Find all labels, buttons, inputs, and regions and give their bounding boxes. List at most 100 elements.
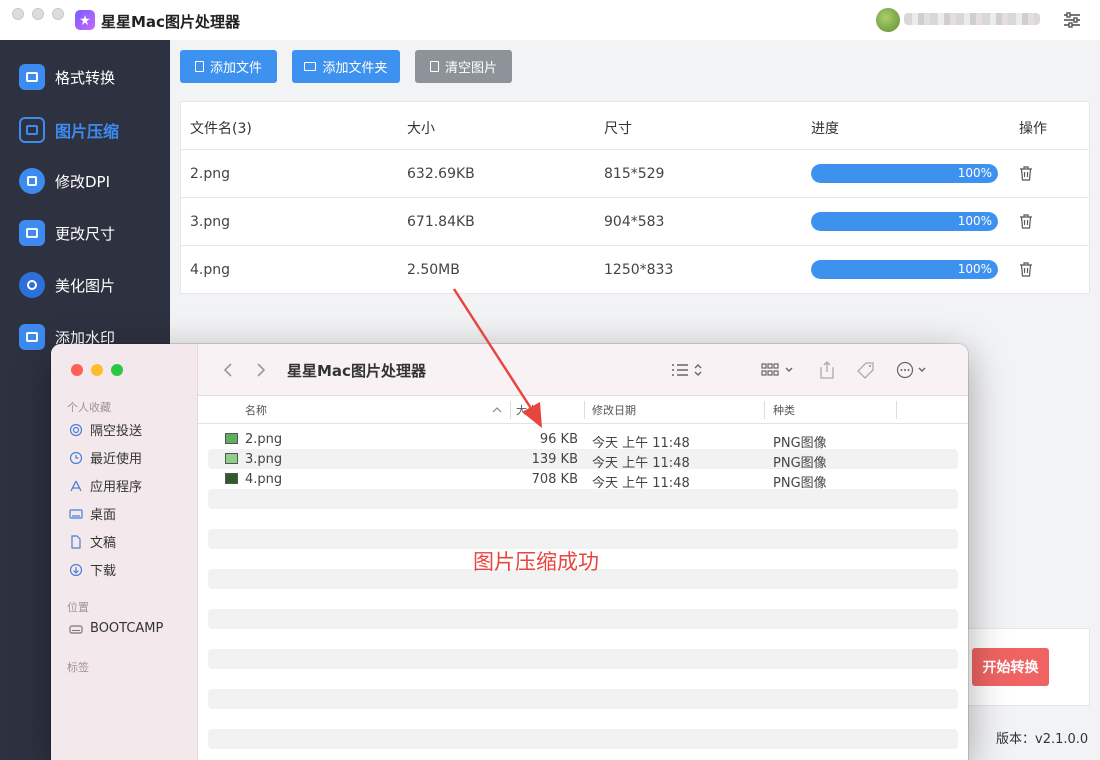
sidebar-item-desktop[interactable]: 桌面 [69, 504, 116, 523]
sidebar-item-applications[interactable]: 应用程序 [69, 476, 142, 495]
empty-row [208, 649, 958, 669]
sidebar-item-dpi[interactable]: 修改DPI [0, 159, 170, 203]
sidebar-item-documents[interactable]: 文稿 [69, 532, 116, 551]
folder-icon [304, 62, 317, 71]
file-size: 671.84KB [407, 214, 475, 230]
file-dimensions: 815*529 [604, 166, 665, 182]
add-folder-button[interactable]: 添加文件夹 [292, 50, 400, 83]
add-file-button[interactable]: 添加文件 [180, 50, 277, 83]
back-chevron-icon[interactable] [216, 358, 240, 382]
progress-text: 100% [957, 214, 992, 228]
sidebar-item-image-compress[interactable]: 图片压缩 [0, 108, 170, 152]
finder-minimize-button[interactable] [91, 364, 103, 376]
tag-icon[interactable] [854, 358, 878, 382]
version-label: 版本：v2.1.0.0 [996, 732, 1089, 747]
column-header-kind[interactable]: 种类 [773, 402, 795, 418]
file-dimensions: 1250*833 [604, 262, 674, 278]
clear-images-button[interactable]: 清空图片 [415, 50, 512, 83]
table-row: 3.png 671.84KB 904*583 100% [181, 198, 1089, 246]
list-item[interactable]: 4.png 708 KB 今天 上午 11:48 PNG图像 [208, 469, 958, 491]
delete-trash-icon[interactable] [1019, 166, 1033, 181]
resize-icon [19, 220, 45, 246]
sort-chevron-up-icon[interactable] [492, 406, 502, 414]
list-item[interactable]: 2.png 96 KB 今天 上午 11:48 PNG图像 [208, 429, 958, 451]
sidebar-item-resize[interactable]: 更改尺寸 [0, 211, 170, 255]
more-actions-icon[interactable] [893, 358, 933, 382]
column-divider[interactable] [896, 401, 897, 419]
airdrop-icon [69, 423, 83, 436]
sidebar-item-airdrop[interactable]: 隔空投送 [69, 420, 142, 439]
app-logo-icon [75, 10, 95, 30]
column-header-dimensions: 尺寸 [604, 121, 632, 137]
progress-bar: 100% [811, 212, 998, 231]
column-divider[interactable] [764, 401, 765, 419]
sidebar-item-beautify[interactable]: 美化图片 [0, 263, 170, 307]
sidebar-item-bootcamp[interactable]: BOOTCAMP [69, 621, 163, 636]
table-row: 2.png 632.69KB 815*529 100% [181, 150, 1089, 198]
sidebar-item-downloads[interactable]: 下载 [69, 560, 116, 579]
applications-icon [70, 480, 82, 491]
sidebar-item-label: 格式转换 [55, 68, 116, 87]
empty-row [208, 689, 958, 709]
share-icon[interactable] [815, 358, 839, 382]
sidebar-item-format-convert[interactable]: 格式转换 [0, 55, 170, 99]
app-title: 星星Mac图片处理器 [101, 13, 240, 31]
file-name: 4.png [190, 262, 231, 278]
file-name: 3.png [190, 214, 231, 230]
column-header-name[interactable]: 名称 [245, 402, 267, 418]
tags-section-label: 标签 [67, 661, 89, 674]
column-header-date[interactable]: 修改日期 [592, 402, 636, 418]
settings-sliders-icon[interactable] [1062, 10, 1082, 30]
start-convert-button[interactable]: 开始转换 [972, 648, 1049, 686]
finder-zoom-button[interactable] [111, 364, 123, 376]
column-header-name: 文件名(3) [190, 121, 252, 137]
grid-view-icon[interactable] [759, 358, 799, 382]
format-convert-icon [19, 64, 45, 90]
title-bar: 星星Mac图片处理器 [0, 0, 1100, 40]
table-row: 4.png 2.50MB 1250*833 100% [181, 246, 1089, 294]
finder-column-headers: 名称 大小 修改日期 种类 [198, 396, 968, 424]
column-header-size: 大小 [407, 121, 435, 137]
delete-trash-icon[interactable] [1019, 214, 1033, 229]
column-header-size[interactable]: 大小 [516, 402, 538, 418]
column-header-action: 操作 [1019, 121, 1047, 137]
file-dimensions: 904*583 [604, 214, 665, 230]
empty-row [208, 729, 958, 749]
sidebar-item-recents[interactable]: 最近使用 [69, 448, 142, 467]
finder-sidebar: 个人收藏 隔空投送 最近使用 应用程序 桌面 文稿 下载 位置 BOOTCAMP… [51, 344, 198, 760]
finder-close-button[interactable] [71, 364, 83, 376]
add-folder-label: 添加文件夹 [322, 61, 388, 76]
sidebar-item-label: 最近使用 [90, 452, 143, 467]
trash-icon [429, 61, 439, 72]
download-icon [69, 563, 83, 576]
sidebar-item-label: 修改DPI [55, 172, 111, 191]
forward-chevron-icon[interactable] [249, 358, 273, 382]
sidebar-item-label: 桌面 [90, 508, 117, 523]
delete-trash-icon[interactable] [1019, 262, 1033, 277]
zoom-window-button[interactable] [52, 8, 64, 20]
file-icon [194, 61, 204, 72]
clear-images-label: 清空图片 [444, 61, 497, 76]
progress-text: 100% [957, 166, 992, 180]
progress-bar: 100% [811, 164, 998, 183]
close-window-button[interactable] [12, 8, 24, 20]
beautify-icon [19, 272, 45, 298]
minimize-window-button[interactable] [32, 8, 44, 20]
progress-text: 100% [957, 262, 992, 276]
column-divider[interactable] [510, 401, 511, 419]
list-view-icon[interactable] [668, 358, 708, 382]
file-size: 139 KB [531, 452, 578, 467]
file-size: 708 KB [531, 472, 578, 487]
column-divider[interactable] [584, 401, 585, 419]
dpi-icon [19, 168, 45, 194]
list-item[interactable]: 3.png 139 KB 今天 上午 11:48 PNG图像 [208, 449, 958, 471]
file-name: 2.png [245, 432, 283, 447]
file-name: 3.png [245, 452, 283, 467]
sidebar-item-label: 图片压缩 [55, 122, 120, 141]
desktop-icon [69, 508, 83, 519]
document-icon [71, 534, 81, 549]
sidebar-item-label: 更改尺寸 [55, 224, 116, 243]
avatar[interactable] [876, 8, 900, 32]
file-name: 2.png [190, 166, 231, 182]
file-size: 2.50MB [407, 262, 460, 278]
